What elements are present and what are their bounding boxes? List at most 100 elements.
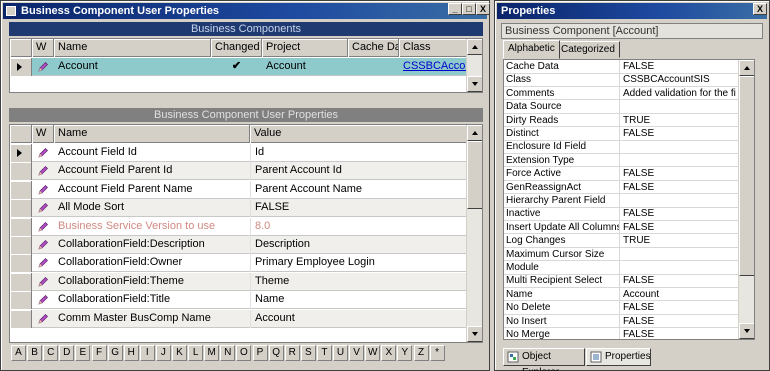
property-row[interactable]: Force Active FALSE xyxy=(504,167,740,181)
property-value[interactable]: Added validation for the fi xyxy=(621,87,740,100)
alphabet-button-u[interactable]: U xyxy=(333,345,348,361)
alphabet-button-q[interactable]: Q xyxy=(268,345,284,361)
table-row-selected[interactable]: Account ✔ Account CSSBCAccountSIS xyxy=(10,58,468,76)
cell-name[interactable]: CollaborationField:Description xyxy=(54,236,250,254)
alphabet-button-n[interactable]: N xyxy=(220,345,236,361)
cell-name[interactable]: Comm Master BusComp Name xyxy=(54,310,250,328)
scroll-down-button[interactable] xyxy=(739,323,754,339)
header-changed[interactable]: Changed xyxy=(211,39,262,57)
property-row[interactable]: Log Changes TRUE xyxy=(504,234,740,248)
alphabet-button-b[interactable]: B xyxy=(27,345,43,361)
alphabet-button-all[interactable]: * xyxy=(429,345,445,361)
scroll-down-button[interactable] xyxy=(467,326,482,342)
cell-name[interactable]: Account Field Parent Name xyxy=(54,181,250,199)
property-value[interactable]: FALSE xyxy=(621,127,740,140)
cell-value[interactable]: Id xyxy=(250,144,468,162)
cell-value[interactable]: 8.0 xyxy=(250,217,468,236)
row-selector[interactable] xyxy=(10,162,32,181)
property-value[interactable]: FALSE xyxy=(621,181,740,194)
property-value[interactable]: TRUE xyxy=(621,114,740,127)
scroll-thumb[interactable] xyxy=(739,76,754,276)
alphabet-button-t[interactable]: T xyxy=(316,345,332,361)
property-row[interactable]: Insert Update All Columns FALSE xyxy=(504,220,740,235)
alphabet-button-w[interactable]: W xyxy=(365,345,381,361)
cell-name[interactable]: CollaborationField:Title xyxy=(54,291,250,309)
header-name[interactable]: Name xyxy=(54,39,211,57)
table-row[interactable]: CollaborationField:Theme Theme xyxy=(10,272,468,291)
cell-value[interactable]: Parent Account Id xyxy=(250,162,468,181)
alphabet-button-s[interactable]: S xyxy=(300,345,316,361)
property-row[interactable]: No Delete FALSE xyxy=(504,301,740,315)
alphabet-button-m[interactable]: M xyxy=(204,345,220,361)
property-row[interactable]: No Insert FALSE xyxy=(504,314,740,329)
property-value[interactable]: Account xyxy=(621,288,740,301)
property-value[interactable] xyxy=(621,261,740,274)
row-selector[interactable] xyxy=(10,144,32,162)
property-row[interactable]: Extension Type xyxy=(504,153,740,168)
header-w[interactable]: W xyxy=(32,125,54,143)
property-value[interactable] xyxy=(621,140,740,153)
property-row[interactable]: Module xyxy=(504,261,740,275)
property-value[interactable] xyxy=(621,194,740,207)
alphabet-button-v[interactable]: V xyxy=(349,345,365,361)
table-row[interactable]: Account Field Parent Id Parent Account Id xyxy=(10,162,468,181)
property-row[interactable]: Inactive FALSE xyxy=(504,207,740,221)
alphabet-button-j[interactable]: J xyxy=(155,345,171,361)
close-button[interactable]: X xyxy=(476,3,490,15)
property-row[interactable]: Name Account xyxy=(504,287,740,302)
cell-value[interactable]: FALSE xyxy=(250,199,468,218)
property-value[interactable] xyxy=(621,100,740,113)
cell-name[interactable]: Account Field Id xyxy=(54,144,250,162)
alphabet-button-c[interactable]: C xyxy=(43,345,59,361)
property-row[interactable]: Dirty Reads TRUE xyxy=(504,113,740,128)
property-value[interactable] xyxy=(621,248,740,261)
close-button[interactable]: X xyxy=(753,3,767,15)
property-value[interactable]: FALSE xyxy=(621,328,740,339)
property-value[interactable]: FALSE xyxy=(621,60,740,73)
table-row[interactable]: Account Field Parent Name Parent Account … xyxy=(10,180,468,199)
alphabet-button-f[interactable]: F xyxy=(91,345,107,361)
row-selector[interactable] xyxy=(10,199,32,218)
row-selector[interactable] xyxy=(10,254,32,273)
tab-alphabetic[interactable]: Alphabetic xyxy=(503,40,560,59)
alphabet-button-l[interactable]: L xyxy=(188,345,204,361)
property-row[interactable]: Distinct FALSE xyxy=(504,127,740,141)
cell-name[interactable]: Business Service Version to use xyxy=(54,218,250,236)
cell-cache-data[interactable] xyxy=(348,58,399,76)
cell-value[interactable]: Theme xyxy=(250,272,468,291)
property-row[interactable]: Hierarchy Parent Field xyxy=(504,194,740,208)
property-row[interactable]: No Merge FALSE xyxy=(504,328,740,339)
cell-name[interactable]: Account xyxy=(54,58,211,76)
row-selector[interactable] xyxy=(10,272,32,291)
table-row[interactable]: CollaborationField:Description Descriptio… xyxy=(10,236,468,254)
property-value[interactable]: FALSE xyxy=(621,207,740,220)
maximize-button[interactable]: □ xyxy=(462,3,476,15)
header-name[interactable]: Name xyxy=(54,125,250,143)
alphabet-button-e[interactable]: E xyxy=(75,345,91,361)
cell-value[interactable]: Description xyxy=(250,236,468,254)
property-value[interactable]: FALSE xyxy=(621,167,740,180)
property-value[interactable]: FALSE xyxy=(621,315,740,328)
alphabet-button-h[interactable]: H xyxy=(123,345,139,361)
window-titlebar[interactable]: Business Component User Properties xyxy=(3,3,487,19)
vertical-scrollbar[interactable] xyxy=(466,125,482,342)
alphabet-button-x[interactable]: X xyxy=(381,345,397,361)
cell-value[interactable]: Name xyxy=(250,291,468,310)
property-value[interactable]: TRUE xyxy=(621,234,740,247)
property-value[interactable]: CSSBCAccountSIS xyxy=(621,73,740,86)
table-row[interactable]: CollaborationField:Owner Primary Employee… xyxy=(10,254,468,273)
alphabet-button-y[interactable]: Y xyxy=(397,345,413,361)
row-selector[interactable] xyxy=(10,236,32,254)
cell-value[interactable]: Primary Employee Login xyxy=(250,254,468,273)
property-row[interactable]: Multi Recipient Select FALSE xyxy=(504,274,740,288)
header-w[interactable]: W xyxy=(32,39,54,57)
cell-value[interactable]: Parent Account Name xyxy=(250,180,468,199)
property-row[interactable]: Data Source xyxy=(504,100,740,114)
cell-name[interactable]: All Mode Sort xyxy=(54,199,250,217)
scroll-thumb[interactable] xyxy=(467,141,482,209)
cell-class-link[interactable]: CSSBCAccountSIS xyxy=(399,58,468,76)
row-selector[interactable] xyxy=(10,291,32,310)
scroll-down-button[interactable] xyxy=(467,76,482,92)
scroll-up-button[interactable] xyxy=(467,39,482,55)
alphabet-button-i[interactable]: I xyxy=(139,345,155,361)
